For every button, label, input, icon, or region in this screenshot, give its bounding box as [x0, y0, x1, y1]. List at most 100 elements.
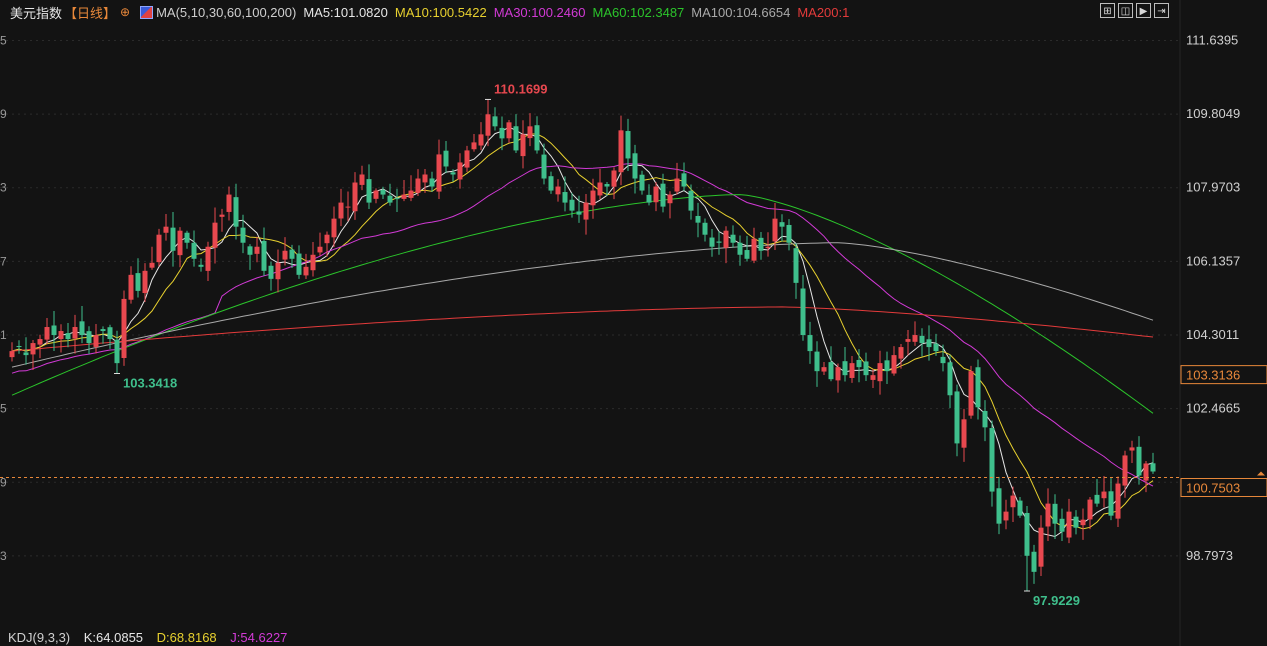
candle: [751, 227, 757, 264]
candle: [989, 420, 995, 507]
left-tick-label: 5: [0, 33, 7, 47]
left-tick-label: 7: [0, 254, 7, 268]
candle: [1129, 440, 1135, 464]
candle: [247, 244, 253, 270]
candle: [905, 330, 911, 356]
candle: [380, 186, 386, 199]
candle: [814, 341, 820, 387]
left-axis-ticks: 59371593: [0, 33, 7, 562]
candle: [800, 275, 806, 341]
grid: [0, 0, 1181, 646]
candle: [478, 122, 484, 151]
candle: [149, 246, 155, 270]
candle: [401, 180, 407, 202]
candle: [471, 134, 477, 152]
candle: [968, 365, 974, 419]
candle: [254, 236, 260, 263]
candle: [947, 354, 953, 409]
candle: [212, 207, 218, 264]
candle: [828, 346, 834, 382]
candle: [65, 323, 71, 348]
candle: [464, 145, 470, 172]
candle: [527, 113, 533, 147]
candle: [163, 213, 169, 241]
candle: [548, 171, 554, 194]
candle: [345, 191, 351, 222]
candle: [492, 107, 498, 131]
candle: [51, 310, 57, 352]
split-icon[interactable]: ◫: [1118, 3, 1133, 18]
candle: [1101, 476, 1107, 508]
candle: [170, 211, 176, 267]
left-tick-label: 3: [0, 549, 7, 563]
kdj-d-value: D:68.8168: [156, 630, 217, 645]
candle: [58, 324, 64, 353]
candle: [1094, 478, 1100, 507]
step-icon[interactable]: ⇥: [1154, 3, 1169, 18]
price-tick-label: 106.1357: [1186, 253, 1240, 268]
candle: [121, 290, 127, 366]
candle: [744, 235, 750, 262]
svg-text:100.7503: 100.7503: [1186, 481, 1240, 496]
price-axis: 111.6395 109.8049 107.9703 106.1357 104.3011…: [1180, 32, 1267, 563]
candle: [975, 359, 981, 420]
price-tick-label: 102.4665: [1186, 401, 1240, 416]
candle: [1024, 505, 1030, 591]
candle: [1017, 497, 1023, 518]
candle: [786, 219, 792, 251]
left-tick-label: 3: [0, 181, 7, 195]
candle: [44, 318, 50, 345]
candle: [457, 153, 463, 189]
candle: [583, 194, 589, 235]
candle: [1038, 515, 1044, 577]
candle: [9, 342, 15, 362]
candle: [702, 218, 708, 242]
extreme-label: 110.1699: [494, 81, 548, 96]
candle: [93, 324, 99, 354]
target-icon[interactable]: ⊕: [120, 5, 130, 19]
ma-label: MA(5,10,30,60,100,200): [156, 4, 297, 20]
candle: [982, 400, 988, 442]
candle: [709, 228, 715, 257]
ma-values: MA5:101.0820 MA10:100.5422 MA30:100.2460 MA…: [303, 5, 856, 20]
candle: [891, 346, 897, 376]
play-icon[interactable]: ▶: [1136, 3, 1151, 18]
candle: [555, 179, 561, 202]
candle: [961, 408, 967, 462]
candle: [1003, 499, 1009, 530]
price-tick-label: 107.9703: [1186, 180, 1240, 195]
candle: [534, 116, 540, 154]
ma-value-3: MA60:102.3487: [592, 4, 685, 20]
scroll-up-icon[interactable]: [1257, 471, 1265, 476]
kdj-label: KDJ(9,3,3): [8, 630, 71, 645]
candle: [233, 183, 239, 240]
candle: [275, 249, 281, 293]
candle: [219, 208, 225, 232]
kdj-j-value: J:54.6227: [230, 630, 288, 645]
period-selector[interactable]: 【日线】: [64, 3, 116, 22]
candle: [1150, 452, 1156, 474]
ma100-line: [11, 242, 1154, 368]
ma-indicator-icon[interactable]: [140, 5, 154, 19]
candle: [912, 321, 918, 346]
candle: [723, 226, 729, 264]
candle: [128, 266, 134, 304]
candle: [625, 118, 631, 172]
price-tick-label: 104.3011: [1186, 327, 1239, 342]
candle: [513, 114, 519, 154]
current-price-box: 100.7503: [1180, 478, 1267, 498]
candle: [226, 186, 232, 221]
cursor-price-box: 103.3136: [1180, 365, 1267, 385]
candle: [730, 225, 736, 248]
candle: [1066, 498, 1072, 544]
candle: [695, 202, 701, 238]
candle: [1108, 477, 1114, 521]
candle: [1045, 488, 1051, 542]
candle: [198, 258, 204, 272]
candle: [1122, 450, 1128, 498]
candle: [1010, 486, 1016, 522]
crosshair-icon[interactable]: ⊞: [1100, 3, 1115, 18]
candle: [954, 384, 960, 457]
candle: [366, 164, 372, 209]
price-chart[interactable]: 59371593 110.1699103.341897.9229 111.639…: [0, 0, 1267, 646]
